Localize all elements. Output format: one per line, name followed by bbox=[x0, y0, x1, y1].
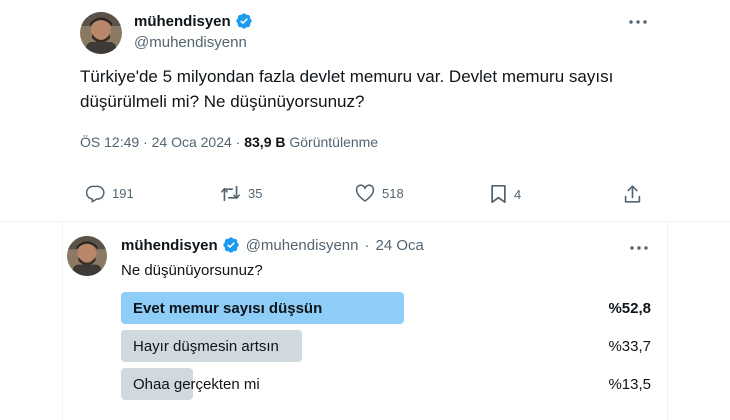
tweet-time[interactable]: ÖS 12:49 bbox=[80, 134, 139, 150]
tweet-meta: ÖS 12:49 · 24 Oca 2024 · 83,9 B Görüntül… bbox=[80, 134, 378, 150]
action-bar: 191 35 518 4 bbox=[80, 184, 650, 208]
repost-count: 35 bbox=[248, 186, 263, 201]
verified-badge-icon bbox=[235, 12, 253, 30]
bookmark-icon bbox=[491, 184, 506, 204]
quote-date[interactable]: 24 Oca bbox=[375, 237, 423, 254]
like-icon bbox=[355, 184, 375, 202]
verified-badge-icon bbox=[222, 236, 240, 254]
poll-option[interactable]: Hayır düşmesin artsın %33,7 bbox=[121, 330, 661, 362]
views-count: 83,9 B bbox=[244, 134, 286, 150]
poll-option[interactable]: Ohaa gerçekten mi %13,5 bbox=[121, 368, 661, 400]
poll-option-percent: %13,5 bbox=[608, 376, 651, 393]
author-name-row: mühendisyen bbox=[134, 12, 253, 30]
repost-button[interactable]: 35 bbox=[220, 184, 262, 203]
poll-option-percent: %52,8 bbox=[608, 300, 651, 317]
quote-header: mühendisyen @muhendisyenn · 24 Oca bbox=[121, 236, 424, 254]
avatar[interactable] bbox=[80, 12, 122, 54]
views-label: Görüntülenme bbox=[289, 134, 379, 150]
reply-button[interactable]: 191 bbox=[86, 184, 134, 203]
reply-icon bbox=[86, 185, 105, 203]
quote-author-display-name[interactable]: mühendisyen bbox=[121, 237, 218, 254]
share-button[interactable] bbox=[623, 184, 642, 204]
poll-option-label: Hayır düşmesin artsın bbox=[133, 338, 279, 355]
meta-separator: · bbox=[235, 134, 245, 150]
quoted-tweet[interactable]: mühendisyen @muhendisyenn · 24 Oca Ne dü… bbox=[62, 222, 668, 420]
tweet-text: Türkiye'de 5 milyondan fazla devlet memu… bbox=[80, 67, 614, 111]
avatar-image bbox=[80, 12, 122, 54]
share-icon bbox=[624, 185, 641, 203]
like-button[interactable]: 518 bbox=[355, 184, 404, 203]
author-display-name[interactable]: mühendisyen bbox=[134, 13, 231, 30]
like-count: 518 bbox=[382, 186, 404, 201]
bookmark-button[interactable]: 4 bbox=[490, 184, 521, 204]
author-handle[interactable]: @muhendisyenn bbox=[134, 34, 247, 51]
poll-option-label: Ohaa gerçekten mi bbox=[133, 376, 260, 393]
poll-option-label: Evet memur sayısı düşsün bbox=[133, 300, 323, 317]
repost-icon bbox=[221, 185, 240, 202]
meta-separator: · bbox=[143, 134, 152, 150]
more-icon[interactable] bbox=[629, 240, 649, 256]
more-icon[interactable] bbox=[628, 14, 648, 30]
poll-option-percent: %33,7 bbox=[608, 338, 651, 355]
bookmark-count: 4 bbox=[514, 186, 522, 202]
meta-separator: · bbox=[364, 236, 370, 254]
main-tweet: mühendisyen @muhendisyenn Türkiye'de 5 m… bbox=[0, 0, 730, 222]
quote-handle[interactable]: @muhendisyenn bbox=[246, 237, 359, 254]
tweet-date[interactable]: 24 Oca 2024 bbox=[152, 134, 232, 150]
avatar-image bbox=[67, 236, 107, 276]
reply-count: 191 bbox=[112, 186, 134, 201]
poll-option[interactable]: Evet memur sayısı düşsün %52,8 bbox=[121, 292, 661, 324]
avatar[interactable] bbox=[67, 236, 107, 276]
quote-text: Ne düşünüyorsunuz? bbox=[121, 262, 263, 279]
